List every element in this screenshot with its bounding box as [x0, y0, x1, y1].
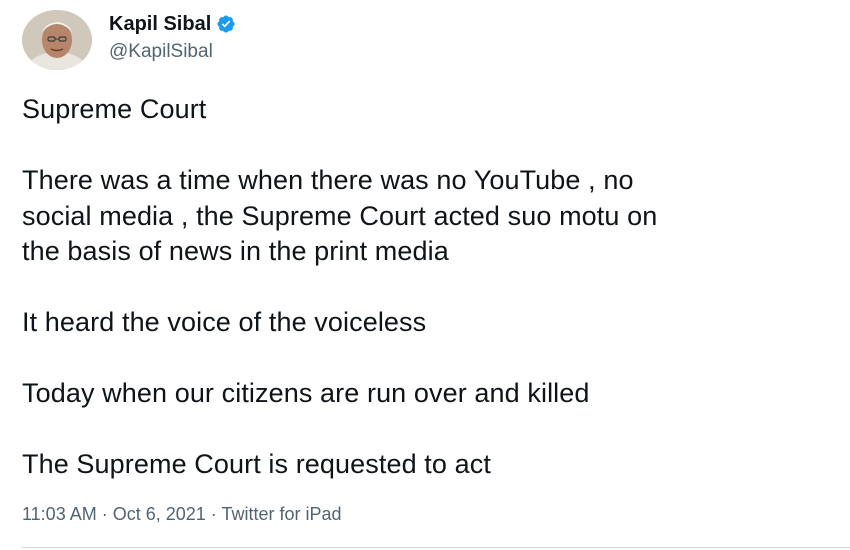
divider [22, 547, 850, 548]
tweet-card: Kapil Sibal @KapilSibal Supreme Court Th… [0, 0, 850, 550]
author-block: Kapil Sibal @KapilSibal [109, 14, 236, 61]
meta-separator: · [205, 504, 222, 524]
tweet-paragraph: The Supreme Court is requested to act [22, 449, 491, 479]
verified-badge-icon [216, 14, 236, 34]
tweet-paragraph: It heard the voice of the voiceless [22, 307, 427, 337]
name-row: Kapil Sibal [109, 14, 236, 34]
display-name[interactable]: Kapil Sibal [109, 14, 211, 34]
avatar[interactable] [22, 10, 92, 70]
tweet-metadata: 11:03 AM · Oct 6, 2021 · Twitter for iPa… [22, 504, 342, 525]
tweet-source[interactable]: Twitter for iPad [221, 504, 341, 524]
tweet-paragraph: There was a time when there was no YouTu… [22, 165, 658, 266]
tweet-date[interactable]: Oct 6, 2021 [113, 504, 206, 524]
user-handle[interactable]: @KapilSibal [109, 42, 236, 61]
tweet-text: Supreme Court There was a time when ther… [22, 92, 842, 483]
profile-photo-image [22, 10, 92, 70]
meta-separator: · [96, 504, 113, 524]
tweet-time[interactable]: 11:03 AM [22, 504, 97, 524]
tweet-paragraph: Supreme Court [22, 94, 207, 124]
tweet-paragraph: Today when our citizens are run over and… [22, 378, 590, 408]
